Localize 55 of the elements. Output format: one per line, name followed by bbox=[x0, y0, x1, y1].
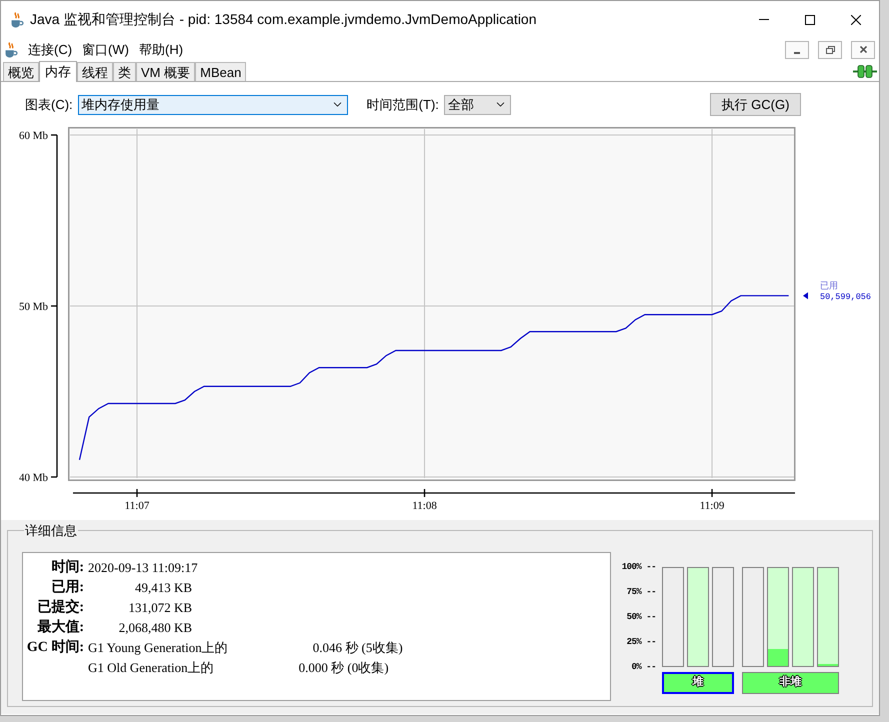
close-icon bbox=[851, 14, 861, 24]
collector-name: G1 Old Generation上的 bbox=[88, 658, 214, 677]
x-axis-label: 11:09 bbox=[700, 500, 724, 512]
collector-name: G1 Young Generation上的 bbox=[88, 638, 228, 657]
collector-time: 0.000 秒 (0收集) bbox=[298, 658, 389, 677]
field-label: 已提交: bbox=[37, 598, 84, 617]
coffee-cup-icon bbox=[5, 42, 18, 58]
range-select[interactable]: 全部 bbox=[444, 94, 511, 114]
tab[interactable]: 内存 bbox=[39, 61, 77, 82]
window-title: Java 监视和管理控制台 - pid: 13584 com.example.jvmdemo.JvmDemoApplication bbox=[30, 10, 537, 29]
collector-time: 0.046 秒 (5收集) bbox=[312, 638, 403, 657]
field-label: 已用: bbox=[51, 578, 84, 597]
chart-select[interactable]: 堆内存使用量 bbox=[78, 94, 348, 114]
tab[interactable]: 类 bbox=[113, 62, 136, 81]
range-label: 时间范围(T): bbox=[366, 96, 439, 114]
frame-minimize-button[interactable] bbox=[785, 40, 809, 58]
field-label: GC 时间: bbox=[26, 638, 84, 657]
scale-label: 100% -- bbox=[622, 560, 656, 572]
minimize-icon bbox=[759, 19, 769, 20]
minimize-icon bbox=[794, 52, 800, 54]
scale-label: 50% -- bbox=[626, 610, 656, 622]
field-label: 最大值: bbox=[37, 618, 84, 637]
field-value: 49,413 KB bbox=[134, 578, 192, 597]
menu-item[interactable]: 连接(C) bbox=[23, 40, 78, 60]
tab[interactable]: 概览 bbox=[3, 62, 39, 81]
tab[interactable]: VM 概要 bbox=[136, 62, 196, 81]
y-axis-label: 60 Mb bbox=[18, 130, 48, 142]
legend-value: 50,599,056 bbox=[820, 292, 872, 302]
marker-icon bbox=[803, 292, 808, 300]
menu-item[interactable]: 帮助(H) bbox=[134, 40, 188, 60]
menu-item[interactable]: 窗口(W) bbox=[77, 40, 134, 60]
restore-icon bbox=[826, 46, 834, 54]
group-title: 详细信息 bbox=[24, 522, 78, 540]
y-axis-label: 40 Mb bbox=[18, 472, 48, 484]
plug-icon bbox=[853, 65, 877, 78]
field-value: 131,072 KB bbox=[128, 598, 192, 617]
coffee-cup-icon bbox=[11, 12, 24, 28]
field-value: 2020-09-13 11:09:17 bbox=[88, 558, 198, 577]
scale-label: 75% -- bbox=[626, 586, 656, 598]
scale-label: 0% -- bbox=[631, 660, 656, 672]
tab[interactable]: 线程 bbox=[77, 62, 113, 81]
x-axis-label: 11:07 bbox=[124, 500, 150, 512]
chart-label: 图表(C): bbox=[25, 96, 73, 114]
field-label: 时间: bbox=[51, 558, 84, 577]
tab[interactable]: MBean bbox=[195, 62, 246, 81]
y-axis-label: 50 Mb bbox=[18, 301, 48, 313]
run-gc-button[interactable]: 执行 GC(G) bbox=[710, 93, 801, 116]
frame-restore-button[interactable] bbox=[818, 40, 842, 58]
maximize-icon bbox=[805, 14, 815, 24]
field-value: 2,068,480 KB bbox=[118, 618, 192, 637]
scale-label: 25% -- bbox=[626, 636, 656, 648]
frame-close-button[interactable] bbox=[851, 40, 875, 58]
close-icon bbox=[860, 46, 866, 53]
legend-label: 已用 bbox=[820, 280, 838, 291]
x-axis-label: 11:08 bbox=[412, 500, 437, 512]
